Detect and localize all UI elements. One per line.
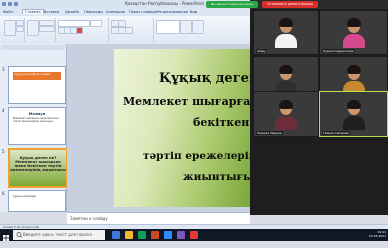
clock-date: 23.03.2021 <box>368 234 386 238</box>
thumb-text: Құқықтың қайнар көздері <box>15 73 51 76</box>
participant-face <box>346 65 361 80</box>
participant-video <box>275 18 297 48</box>
powerpoint-icon[interactable] <box>151 231 159 239</box>
align-right-button[interactable] <box>125 27 133 34</box>
edge-icon[interactable] <box>138 231 146 239</box>
thumb-text: Мемлекет шығарған және бекіткен тәртіп е… <box>13 117 59 123</box>
participant-face <box>279 65 293 80</box>
reset-button[interactable] <box>39 26 55 32</box>
font-group <box>56 18 109 42</box>
participant-face <box>279 18 293 33</box>
participant-video <box>342 18 365 48</box>
sharing-indicator: Вы демонстрируете экран <box>206 1 258 8</box>
slide-line-4[interactable]: тәртіп ережелерінің <box>143 150 250 162</box>
search-icon <box>16 232 23 238</box>
thumb-number: 6 <box>2 191 5 196</box>
thumb-title: Мазмұн <box>28 111 46 116</box>
thumb-number: 5 <box>2 149 5 154</box>
thumb-text: Құқық деген не? Мемлекет шығарған және б… <box>10 155 66 172</box>
arrange-button[interactable] <box>180 20 192 34</box>
slide-line-1[interactable]: Құқық деген <box>159 71 250 86</box>
participant-name: Назерке Мадина <box>256 131 283 135</box>
paste-button[interactable] <box>4 20 16 36</box>
font-color-button[interactable] <box>76 27 83 34</box>
slide-line-5[interactable]: жиынтығы <box>183 171 250 183</box>
participant-video <box>275 100 297 130</box>
tab-transitions[interactable]: Переходы <box>84 10 103 14</box>
stop-share-button[interactable]: Остановить демонстрацию <box>262 1 318 8</box>
participant-video <box>342 100 365 130</box>
app-icon[interactable] <box>190 231 198 239</box>
participant-name: Нурзия Садуакасова <box>322 49 355 53</box>
participant-name: Айару <box>256 49 267 53</box>
app-icon[interactable] <box>177 231 185 239</box>
slides-group <box>25 18 56 42</box>
slide-canvas[interactable]: Құқық деген Мемлекет шығарған бекіткен т… <box>114 49 250 207</box>
participant-tile[interactable]: Тамила Сапарова <box>319 91 388 137</box>
slide-thumbnail-6[interactable]: Құқық нормалары <box>8 190 66 212</box>
participant-tile[interactable]: Айару <box>253 10 319 55</box>
slide-line-3[interactable]: бекіткен <box>193 116 249 129</box>
save-icon[interactable] <box>2 2 6 6</box>
numbering-button[interactable] <box>118 20 126 27</box>
zoom-icon[interactable] <box>164 231 172 239</box>
start-button[interactable] <box>0 229 12 241</box>
thumb-number: 4 <box>2 108 5 113</box>
quick-access-toolbar[interactable] <box>2 1 24 7</box>
search-placeholder: Введите здесь текст для поиска <box>23 232 92 237</box>
file-explorer-icon[interactable] <box>125 231 133 239</box>
undo-icon[interactable] <box>8 2 12 6</box>
tab-home[interactable]: Главная <box>22 9 44 14</box>
participant-face <box>346 18 361 33</box>
slide-thumbnail-5-selected[interactable]: Құқық деген не? Мемлекет шығарған және б… <box>8 148 68 188</box>
system-tray-clock[interactable]: 19:41 23.03.2021 <box>369 230 386 238</box>
slide-line-2[interactable]: Мемлекет шығарған <box>123 95 250 108</box>
slide-thumbnail-3[interactable]: Құқықтың қайнар көздері <box>8 66 66 104</box>
thumb-text: Құқық нормалары <box>13 195 36 198</box>
window-title: Қазақстан Республикасы - PowerPoint <box>125 1 205 6</box>
tab-file[interactable]: Файл <box>3 10 13 14</box>
participant-face <box>346 100 361 115</box>
tab-design[interactable]: Дизайн <box>65 10 79 14</box>
clipboard-group <box>2 18 25 42</box>
task-view-icon[interactable] <box>112 231 120 239</box>
windows-icon <box>3 235 9 241</box>
participant-body <box>275 34 297 48</box>
paragraph-group <box>109 18 154 42</box>
participant-face <box>279 100 293 115</box>
thumb-number: 3 <box>2 67 5 72</box>
participant-body <box>275 116 297 130</box>
tab-insert[interactable]: Вставка <box>44 10 59 14</box>
tab-view[interactable]: Вид <box>190 10 197 14</box>
slides-panel-tabs[interactable] <box>1 45 65 50</box>
taskbar-search-input[interactable]: Введите здесь текст для поиска <box>13 230 105 240</box>
shapes-gallery[interactable] <box>156 20 180 34</box>
drawing-group <box>154 18 206 42</box>
copy-button[interactable] <box>16 26 24 32</box>
slide-thumbnail-4[interactable]: Мазмұн Мемлекет шығарған және бекіткен т… <box>8 107 66 145</box>
quick-styles-button[interactable] <box>192 20 204 34</box>
tab-slideshow[interactable]: Показ слайдов <box>129 10 157 14</box>
font-family-select[interactable] <box>58 20 90 27</box>
participant-tile[interactable]: Нурзия Садуакасова <box>319 10 388 55</box>
font-size-select[interactable] <box>90 20 102 27</box>
participant-name: Тамила Сапарова <box>322 131 350 135</box>
tab-review[interactable]: Рецензирование <box>157 10 188 14</box>
redo-icon[interactable] <box>14 2 18 6</box>
tab-animation[interactable]: Анимация <box>106 10 125 14</box>
new-slide-button[interactable] <box>27 20 39 36</box>
participant-tile[interactable]: Назерке Мадина <box>253 91 319 137</box>
participant-body <box>342 116 365 130</box>
notes-placeholder: Заметки к слайду <box>70 216 108 221</box>
participant-body <box>342 34 365 48</box>
